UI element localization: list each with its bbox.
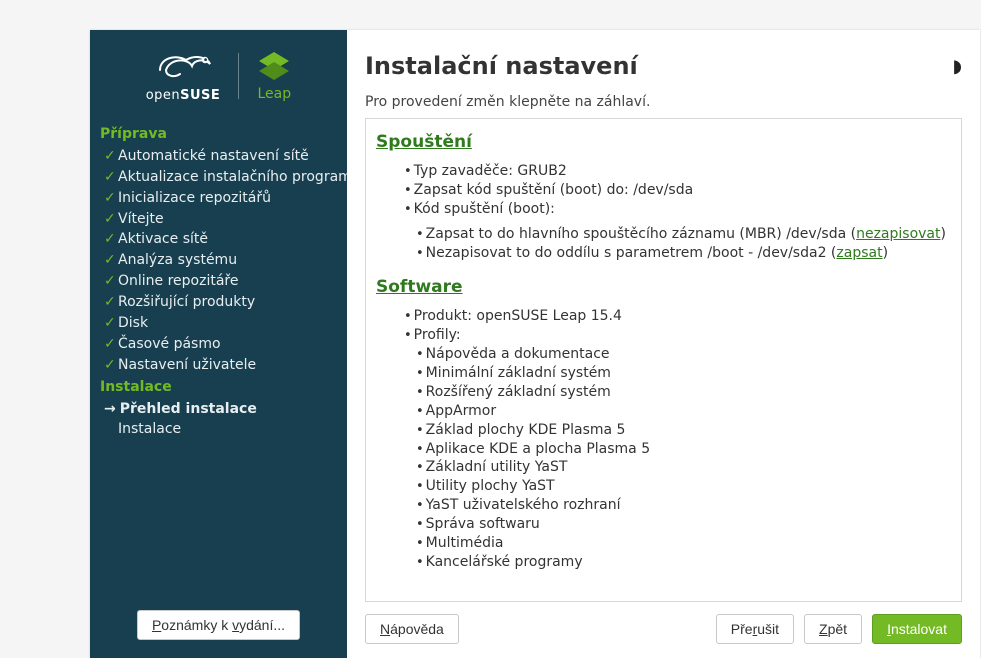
check-icon: ✓ [104, 230, 114, 249]
nav-item-label: Online repozitáře [118, 273, 239, 289]
profile-item: Utility plochy YaST [416, 477, 951, 496]
profile-item: Základní utility YaST [416, 458, 951, 477]
leap-logo: Leap [257, 50, 291, 102]
nav-item-label: Rozšiřující produkty [118, 294, 255, 310]
profile-item: AppArmor [416, 402, 951, 421]
check-icon: ✓ [104, 210, 114, 229]
profile-item: Správa softwaru [416, 515, 951, 534]
part-toggle-link[interactable]: zapsat [836, 245, 882, 261]
nav-section-install: Instalace [100, 376, 341, 399]
sidebar: openSUSE Leap Příprava ✓Automatické nast… [90, 30, 347, 658]
release-notes-button[interactable]: Poznámky k vydání... [137, 610, 300, 640]
software-heading-link[interactable]: Software [376, 277, 463, 297]
text: Zapsat to do hlavního spouštěcího záznam… [426, 226, 856, 242]
check-icon: ✓ [104, 314, 114, 333]
nav-item: ✓Aktualizace instalačního programu [100, 167, 341, 188]
text: ) [883, 245, 888, 261]
nav-item: ✓Rozšiřující produkty [100, 292, 341, 313]
nav-item-label: Analýza systému [118, 252, 237, 268]
boot-code-label: Kód spuštění (boot): [404, 200, 951, 219]
boot-mbr-line: Zapsat to do hlavního spouštěcího záznam… [416, 225, 951, 244]
profile-item: Aplikace KDE a plocha Plasma 5 [416, 440, 951, 459]
sidebar-bottom: Poznámky k vydání... [90, 598, 347, 658]
software-profiles-label: Profily: [404, 326, 951, 345]
text: ) [941, 226, 946, 242]
help-button[interactable]: Nápověda [365, 614, 459, 644]
nav-item-label: Vítejte [118, 211, 164, 227]
nav-item: ✓Automatické nastavení sítě [100, 146, 341, 167]
nav-item-label: Přehled instalace [120, 401, 257, 417]
nav-item: ✓Aktivace sítě [100, 229, 341, 250]
check-icon: ✓ [104, 147, 114, 166]
nav: Příprava ✓Automatické nastavení sítě ✓Ak… [90, 119, 347, 598]
contrast-icon[interactable]: ◗ [953, 56, 962, 77]
nav-item-label: Instalace [118, 421, 181, 437]
nav-item: ✓Disk [100, 313, 341, 334]
boot-part-line: Nezapisovat to do oddílu s parametrem /b… [416, 244, 951, 263]
check-icon: ✓ [104, 189, 114, 208]
main-panel: Instalační nastavení ◗ Pro provedení změ… [347, 30, 980, 658]
check-icon: ✓ [104, 168, 114, 187]
boot-write-to: Zapsat kód spuštění (boot) do: /dev/sda [404, 181, 951, 200]
boot-type: Typ zavaděče: GRUB2 [404, 162, 951, 181]
gecko-icon [152, 48, 214, 86]
nav-item: ✓Vítejte [100, 209, 341, 230]
edition-label: Leap [257, 86, 291, 102]
nav-item-label: Inicializace repozitářů [118, 190, 271, 206]
nav-section-prepare: Příprava [100, 123, 341, 146]
profile-item: Základ plochy KDE Plasma 5 [416, 421, 951, 440]
profile-item: Multimédia [416, 534, 951, 553]
nav-item-label: Disk [118, 315, 148, 331]
back-button[interactable]: Zpět [804, 614, 862, 644]
nav-item-label: Aktivace sítě [118, 231, 208, 247]
nav-item-label: Časové pásmo [118, 336, 221, 352]
page-instruction: Pro provedení změn klepněte na záhlaví. [365, 94, 962, 110]
nav-item: ✓Online repozitáře [100, 271, 341, 292]
page-title: Instalační nastavení [365, 52, 638, 80]
logo-area: openSUSE Leap [90, 30, 347, 119]
nav-item-current: →Přehled instalace [100, 399, 341, 420]
nav-item: Instalace [100, 419, 341, 440]
opensuse-logo: openSUSE [146, 48, 221, 103]
footer: Nápověda Přerušit Zpět Instalovat [365, 614, 962, 644]
mbr-toggle-link[interactable]: nezapisovat [856, 226, 940, 242]
install-button[interactable]: Instalovat [872, 614, 962, 644]
installer-window: openSUSE Leap Příprava ✓Automatické nast… [90, 30, 980, 658]
abort-button[interactable]: Přerušit [716, 614, 794, 644]
nav-item-label: Aktualizace instalačního programu [118, 169, 347, 185]
nav-item-label: Nastavení uživatele [118, 357, 256, 373]
profile-item: YaST uživatelského rozhraní [416, 496, 951, 515]
nav-item: ✓Časové pásmo [100, 334, 341, 355]
profile-item: Rozšířený základní systém [416, 383, 951, 402]
nav-item: ✓Nastavení uživatele [100, 355, 341, 376]
check-icon: ✓ [104, 356, 114, 375]
check-icon: ✓ [104, 251, 114, 270]
settings-content[interactable]: Spouštění Typ zavaděče: GRUB2 Zapsat kód… [365, 118, 962, 602]
software-product: Produkt: openSUSE Leap 15.4 [404, 307, 951, 326]
profile-item: Kancelářské programy [416, 553, 951, 572]
profile-item: Minimální základní systém [416, 364, 951, 383]
check-icon: ✓ [104, 293, 114, 312]
nav-item: ✓Inicializace repozitářů [100, 188, 341, 209]
logo-divider [238, 53, 239, 99]
text: Nezapisovat to do oddílu s parametrem /b… [426, 245, 837, 261]
leap-icon [257, 50, 291, 80]
check-icon: ✓ [104, 272, 114, 291]
profile-item: Nápověda a dokumentace [416, 345, 951, 364]
nav-item-label: Automatické nastavení sítě [118, 148, 309, 164]
arrow-right-icon: → [104, 401, 116, 417]
check-icon: ✓ [104, 335, 114, 354]
nav-item: ✓Analýza systému [100, 250, 341, 271]
boot-heading-link[interactable]: Spouštění [376, 132, 472, 152]
